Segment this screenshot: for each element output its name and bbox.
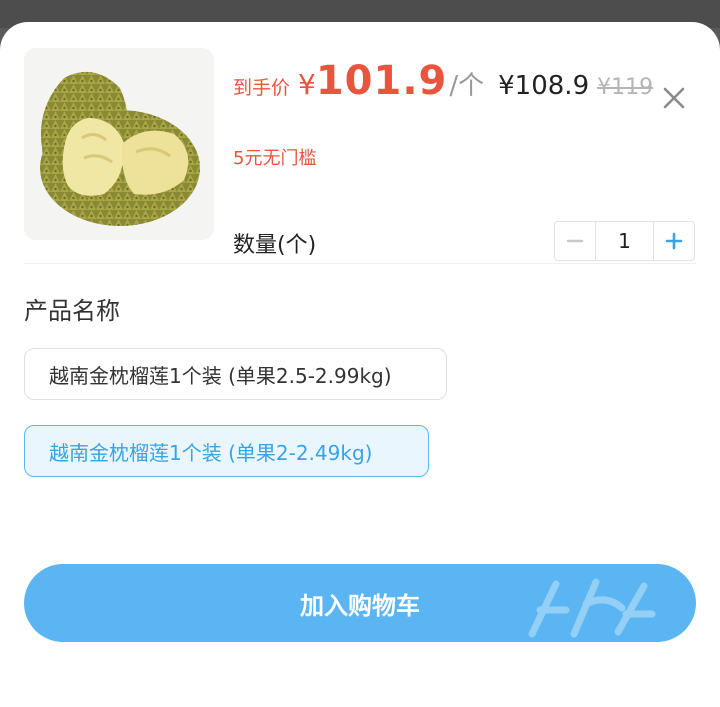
sku-bottom-sheet: 到手价 ¥ 101.9 /个 ¥108.9 ¥119 5元无门槛 数量(个) 1…: [0, 22, 720, 707]
quantity-stepper: 1: [554, 221, 695, 261]
increment-button[interactable]: [654, 222, 694, 260]
divider: [24, 263, 696, 264]
minus-icon: [566, 239, 584, 243]
option-item[interactable]: 越南金枕榴莲1个装 (单果2.5-2.99kg): [24, 348, 447, 400]
final-price: 101.9: [315, 58, 448, 104]
watermark-logo: [528, 578, 656, 638]
sale-price: ¥108.9: [498, 71, 590, 101]
currency-symbol: ¥: [298, 68, 316, 101]
plus-icon: [665, 232, 683, 250]
durian-image: [40, 71, 200, 226]
option-item-selected[interactable]: 越南金枕榴莲1个装 (单果2-2.49kg): [24, 425, 429, 477]
quantity-value[interactable]: 1: [595, 222, 654, 260]
price-unit: /个: [449, 71, 485, 101]
decrement-button[interactable]: [555, 222, 595, 260]
close-icon: [663, 87, 685, 109]
final-price-label: 到手价: [233, 77, 291, 99]
coupon-text: 5元无门槛: [233, 148, 317, 169]
product-thumbnail: [24, 48, 214, 240]
quantity-label: 数量(个): [233, 233, 317, 258]
option-section-title: 产品名称: [24, 297, 120, 325]
close-button[interactable]: [656, 80, 692, 116]
add-to-cart-label: 加入购物车: [300, 591, 420, 620]
original-price: ¥119: [597, 75, 654, 100]
price-row: 到手价 ¥ 101.9 /个 ¥108.9 ¥119: [233, 58, 653, 108]
add-to-cart-button[interactable]: 加入购物车: [24, 564, 696, 642]
